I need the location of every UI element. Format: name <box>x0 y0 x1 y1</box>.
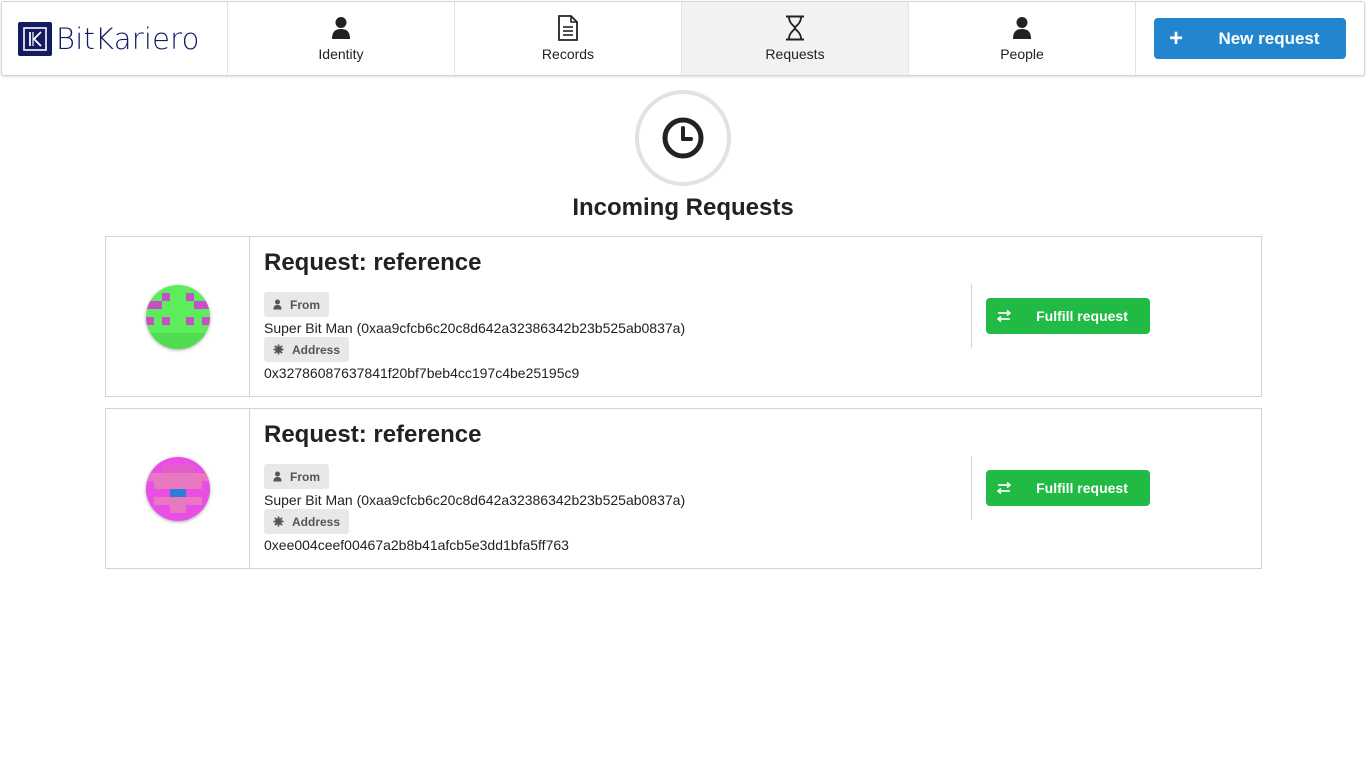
fulfill-request-button[interactable]: Fulfill request <box>986 298 1150 334</box>
from-tag: From <box>264 464 329 489</box>
page-title: Incoming Requests <box>572 194 794 221</box>
from-tag-label: From <box>290 297 320 312</box>
nav-records-label: Records <box>541 46 595 62</box>
nav-identity-label: Identity <box>318 46 364 62</box>
address-tag-label: Address <box>292 342 341 357</box>
user-icon <box>273 471 282 482</box>
divider <box>971 456 972 520</box>
plus-icon: + <box>1168 25 1183 52</box>
nav-people[interactable]: People <box>909 2 1136 75</box>
avatar-cell <box>106 409 250 568</box>
divider <box>971 284 972 348</box>
request-title: Request: reference <box>264 421 482 448</box>
logo[interactable]: BitKariero <box>2 2 228 75</box>
nav-people-label: People <box>1000 46 1044 62</box>
logo-text: BitKariero <box>56 21 200 56</box>
from-tag: From <box>264 292 329 317</box>
user-icon <box>331 15 351 41</box>
exchange-icon <box>986 310 1022 322</box>
user-icon <box>273 299 282 310</box>
cog-icon <box>273 516 284 527</box>
fulfill-request-label: Fulfill request <box>1036 480 1128 496</box>
request-card: Request: reference From Super Bit Man (0… <box>105 236 1262 397</box>
exchange-icon <box>986 482 1022 494</box>
identicon-green-icon <box>145 284 210 349</box>
address-tag: Address <box>264 337 350 362</box>
new-request-label: New request <box>1218 28 1320 48</box>
avatar-cell <box>106 237 250 396</box>
request-title: Request: reference <box>264 249 482 276</box>
nav-requests-label: Requests <box>765 46 825 62</box>
identicon-pink-icon <box>145 456 210 521</box>
cog-icon <box>273 344 284 355</box>
hourglass-icon <box>784 15 806 41</box>
fulfill-request-button[interactable]: Fulfill request <box>986 470 1150 506</box>
file-text-icon <box>557 15 579 41</box>
address-tag: Address <box>264 509 350 534</box>
user-icon <box>1012 15 1032 41</box>
from-value: Super Bit Man (0xaa9cfcb6c20c8d642a32386… <box>264 320 686 336</box>
new-request-cell: + New request <box>1136 2 1364 75</box>
clock-icon <box>635 90 731 186</box>
new-request-button[interactable]: + New request <box>1154 18 1346 59</box>
nav-records[interactable]: Records <box>455 2 682 75</box>
address-value: 0xee004ceef00467a2b8b41afcb5e3dd1bfa5ff7… <box>264 537 569 553</box>
nav-identity[interactable]: Identity <box>228 2 455 75</box>
address-tag-label: Address <box>292 514 341 529</box>
from-tag-label: From <box>290 469 320 484</box>
request-content: Request: reference From Super Bit Man (0… <box>250 409 1261 568</box>
nav-requests[interactable]: Requests <box>682 2 909 75</box>
logo-mark-icon <box>18 21 52 56</box>
request-card: Request: reference From Super Bit Man (0… <box>105 408 1262 569</box>
from-value: Super Bit Man (0xaa9cfcb6c20c8d642a32386… <box>264 492 686 508</box>
fulfill-request-label: Fulfill request <box>1036 308 1128 324</box>
address-value: 0x32786087637841f20bf7beb4cc197c4be25195… <box>264 365 580 381</box>
top-menu: BitKariero Identity Records Requests Peo… <box>1 1 1365 76</box>
request-content: Request: reference From Super Bit Man (0… <box>250 237 1261 396</box>
